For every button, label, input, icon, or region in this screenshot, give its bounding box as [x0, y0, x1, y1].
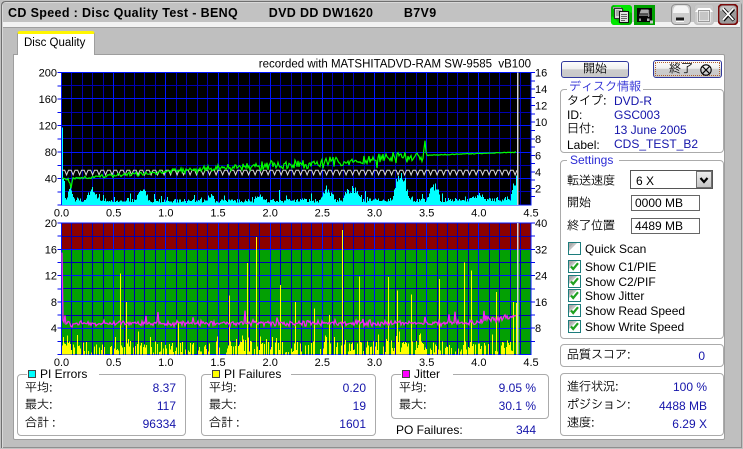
svg-text:4.0: 4.0 [471, 208, 486, 220]
svg-text:16: 16 [535, 297, 547, 309]
svg-text:40: 40 [535, 218, 547, 230]
svg-text:80: 80 [45, 147, 57, 159]
svg-text:200: 200 [39, 68, 57, 80]
svg-text:2.5: 2.5 [315, 357, 330, 369]
svg-text:16: 16 [535, 68, 547, 80]
svg-text:12: 12 [45, 271, 57, 283]
svg-text:6: 6 [535, 150, 541, 162]
svg-text:3.5: 3.5 [419, 208, 434, 220]
svg-text:8: 8 [535, 323, 541, 335]
svg-text:120: 120 [39, 121, 57, 133]
svg-text:12: 12 [535, 101, 547, 113]
svg-text:2.0: 2.0 [263, 208, 278, 220]
svg-text:4.0: 4.0 [471, 357, 486, 369]
svg-text:1.5: 1.5 [210, 208, 225, 220]
svg-text:1.0: 1.0 [158, 208, 173, 220]
svg-text:8: 8 [51, 297, 57, 309]
svg-text:1.0: 1.0 [158, 357, 173, 369]
svg-text:8: 8 [535, 134, 541, 146]
svg-text:32: 32 [535, 244, 547, 256]
svg-text:2.5: 2.5 [315, 208, 330, 220]
svg-text:16: 16 [45, 244, 57, 256]
svg-text:4.5: 4.5 [523, 357, 538, 369]
svg-text:recorded with MATSHITADVD-RAM: recorded with MATSHITADVD-RAM SW-9585 vB… [259, 59, 531, 71]
svg-text:3.0: 3.0 [367, 357, 382, 369]
svg-text:4: 4 [51, 323, 57, 335]
svg-text:160: 160 [39, 94, 57, 106]
svg-text:2: 2 [535, 183, 541, 195]
svg-text:4.5: 4.5 [523, 208, 538, 220]
svg-text:10: 10 [535, 117, 547, 129]
svg-text:40: 40 [45, 174, 57, 186]
svg-text:4: 4 [535, 167, 541, 179]
svg-text:3.0: 3.0 [367, 208, 382, 220]
svg-text:24: 24 [535, 271, 547, 283]
svg-text:0.5: 0.5 [106, 208, 121, 220]
svg-text:20: 20 [45, 218, 57, 230]
svg-text:14: 14 [535, 84, 547, 96]
svg-text:0.5: 0.5 [106, 357, 121, 369]
svg-text:0.0: 0.0 [54, 208, 69, 220]
